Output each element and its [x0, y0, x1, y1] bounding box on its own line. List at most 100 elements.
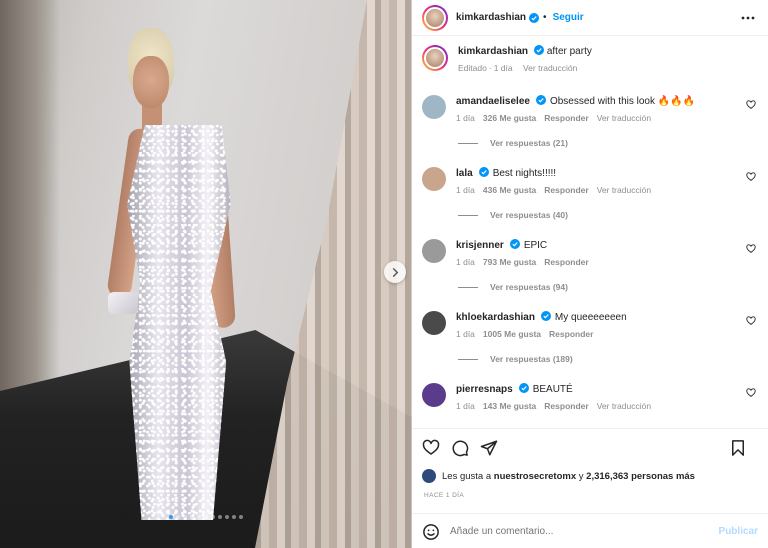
- likes-prefix: Les gusta a: [442, 470, 492, 482]
- commenter-avatar[interactable]: [422, 383, 446, 407]
- view-replies-label: Ver respuestas (40): [490, 210, 568, 220]
- save-button[interactable]: [729, 439, 749, 459]
- carousel-next-button[interactable]: [384, 261, 406, 283]
- likes-summary: Les gusta a nuestrosecretomx y 2,316,363…: [422, 469, 695, 483]
- post-modal: kimkardashian • Seguir kimkardashian aft…: [0, 0, 768, 548]
- separator-dot: ·: [488, 63, 492, 73]
- commenter-username[interactable]: pierresnaps: [456, 384, 513, 395]
- carousel-dot: [183, 515, 187, 519]
- commenter-username[interactable]: krisjenner: [456, 240, 504, 251]
- send-icon: [480, 440, 498, 456]
- post-comment-button[interactable]: Publicar: [719, 526, 758, 537]
- post-caption: kimkardashian after party Editado · 1 día …: [422, 45, 592, 73]
- commenter-avatar[interactable]: [422, 95, 446, 119]
- view-replies-button[interactable]: Ver respuestas (21): [456, 138, 695, 148]
- reply-button[interactable]: Responder: [544, 401, 588, 411]
- view-replies-button[interactable]: Ver respuestas (94): [456, 282, 597, 292]
- heart-icon[interactable]: [746, 172, 756, 182]
- comment-row: krisjenner EPIC 1 día 793 Me gusta Responder…: [422, 239, 762, 292]
- view-replies-button[interactable]: Ver respuestas (189): [456, 354, 627, 364]
- commenter-avatar[interactable]: [422, 311, 446, 335]
- replies-line: [458, 286, 478, 288]
- comment-button[interactable]: [451, 439, 471, 459]
- author-avatar[interactable]: [422, 45, 448, 71]
- comment-time[interactable]: 1 día: [456, 113, 475, 123]
- translate-button[interactable]: Ver traducción: [597, 113, 651, 123]
- comment-likes[interactable]: 143 Me gusta: [483, 401, 536, 411]
- separator-dot: •: [543, 12, 547, 23]
- bookmark-icon: [732, 440, 744, 456]
- like-button[interactable]: [422, 439, 442, 459]
- comment-time[interactable]: 1 día: [456, 329, 475, 339]
- verified-icon: [535, 95, 546, 105]
- comment-time[interactable]: 1 día: [456, 185, 475, 195]
- photo-face: [133, 56, 169, 108]
- ellipsis-icon[interactable]: [740, 10, 756, 26]
- translate-button[interactable]: Ver traducción: [523, 63, 577, 73]
- comment-icon: [452, 440, 469, 457]
- comment-time[interactable]: 1 día: [456, 257, 475, 267]
- carousel-dot: [197, 515, 201, 519]
- view-replies-label: Ver respuestas (21): [490, 138, 568, 148]
- post-actions: Les gusta a nuestrosecretomx y 2,316,363…: [412, 428, 768, 548]
- caption-time[interactable]: 1 día: [494, 63, 513, 73]
- commenter-avatar[interactable]: [422, 167, 446, 191]
- view-replies-button[interactable]: Ver respuestas (40): [456, 210, 659, 220]
- likes-count[interactable]: 2,316,363 personas más: [586, 471, 695, 482]
- comment-likes[interactable]: 436 Me gusta: [483, 185, 536, 195]
- share-button[interactable]: [480, 439, 500, 459]
- commenter-username[interactable]: lala: [456, 168, 473, 179]
- verified-icon: [540, 311, 551, 321]
- carousel-dot: [190, 515, 194, 519]
- comment-likes[interactable]: 793 Me gusta: [483, 257, 536, 267]
- comment-likes[interactable]: 1005 Me gusta: [483, 329, 541, 339]
- liker-avatar[interactable]: [422, 469, 436, 483]
- reply-button[interactable]: Responder: [544, 257, 588, 267]
- replies-line: [458, 142, 478, 144]
- heart-icon[interactable]: [746, 316, 756, 326]
- commenter-username[interactable]: khloekardashian: [456, 312, 535, 323]
- likes-conj: y: [578, 470, 584, 482]
- comment-text: BEAUTÉ: [532, 384, 573, 395]
- comment-text: Obsessed with this look 🔥🔥🔥: [549, 96, 696, 107]
- heart-icon[interactable]: [746, 244, 756, 254]
- comment-row: amandaeliselee Obsessed with this look 🔥🔥…: [422, 95, 762, 148]
- replies-line: [458, 214, 478, 216]
- post-image[interactable]: [0, 0, 412, 548]
- follow-button[interactable]: Seguir: [553, 12, 584, 23]
- verified-icon: [529, 12, 540, 23]
- replies-line: [458, 358, 478, 360]
- commenter-avatar[interactable]: [422, 239, 446, 263]
- view-replies-label: Ver respuestas (94): [490, 282, 568, 292]
- emoji-icon[interactable]: [422, 523, 440, 541]
- author-username[interactable]: kimkardashian: [456, 12, 526, 23]
- caption-username[interactable]: kimkardashian: [458, 46, 528, 57]
- carousel-indicator: [0, 515, 412, 519]
- add-comment-bar: Publicar: [412, 513, 768, 548]
- reply-button[interactable]: Responder: [544, 185, 588, 195]
- comment-input[interactable]: [450, 526, 700, 537]
- commenter-username[interactable]: amandaeliselee: [456, 96, 530, 107]
- heart-icon[interactable]: [746, 100, 756, 110]
- chevron-right-icon: [392, 267, 398, 277]
- comment-row: pierresnaps BEAUTÉ 1 día 143 Me gusta Respon…: [422, 383, 762, 411]
- carousel-dot: [218, 515, 222, 519]
- translate-button[interactable]: Ver traducción: [597, 401, 651, 411]
- verified-icon: [509, 239, 520, 249]
- comment-likes[interactable]: 326 Me gusta: [483, 113, 536, 123]
- comment-row: khloekardashian My queeeeeeen 1 día 1005 Me…: [422, 311, 762, 364]
- post-header: kimkardashian • Seguir: [412, 0, 768, 36]
- author-avatar[interactable]: [422, 4, 448, 31]
- comment-text: Best nights!!!!!: [492, 168, 557, 179]
- comments-list: kimkardashian after party Editado · 1 día …: [412, 37, 768, 428]
- comment-row: lala Best nights!!!!! 1 día 436 Me gusta Res…: [422, 167, 762, 220]
- translate-button[interactable]: Ver traducción: [597, 185, 651, 195]
- reply-button[interactable]: Responder: [544, 113, 588, 123]
- liker-username[interactable]: nuestrosecretomx: [494, 471, 576, 482]
- post-side-panel: kimkardashian • Seguir kimkardashian aft…: [412, 0, 768, 548]
- comment-time[interactable]: 1 día: [456, 401, 475, 411]
- verified-icon: [478, 167, 489, 177]
- post-time[interactable]: HACE 1 DÍA: [424, 492, 464, 499]
- reply-button[interactable]: Responder: [549, 329, 593, 339]
- heart-icon[interactable]: [746, 388, 756, 398]
